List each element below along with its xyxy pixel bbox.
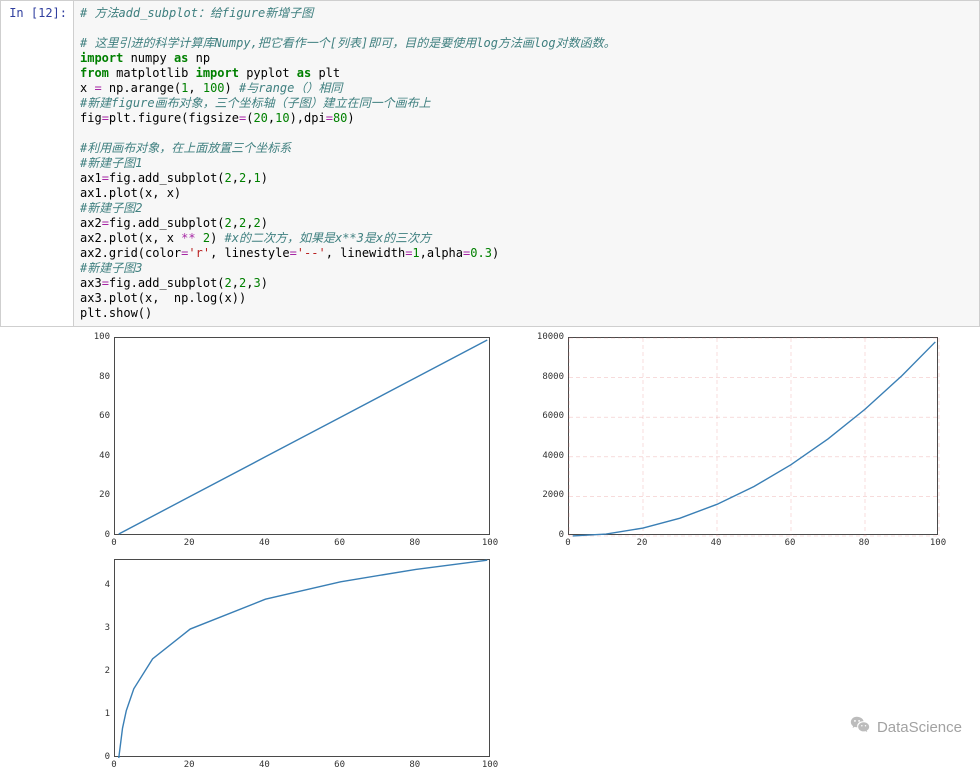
- x-tick: 100: [482, 538, 498, 548]
- plot-axes: [114, 337, 490, 535]
- code-editor[interactable]: # 方法add_subplot：给figure新增子图 # 这里引进的科学计算库…: [73, 1, 979, 326]
- wechat-icon: [849, 714, 871, 740]
- y-tick: 20: [99, 490, 110, 500]
- x-tick: 0: [111, 538, 116, 548]
- subplot-1-linear: 0 20 40 60 80 100 0 20 40 60 80 100: [76, 331, 496, 551]
- y-tick: 4000: [542, 451, 564, 461]
- y-tick: 100: [94, 332, 110, 342]
- y-tick: 2: [105, 666, 110, 676]
- y-tick: 2000: [542, 490, 564, 500]
- watermark-text: DataScience: [877, 719, 962, 736]
- code-text[interactable]: # 方法add_subplot：给figure新增子图 # 这里引进的科学计算库…: [80, 6, 973, 321]
- y-tick: 80: [99, 372, 110, 382]
- subplot-3-log: 0 20 40 60 80 100 0 1 2 3 4: [76, 553, 496, 773]
- x-tick: 20: [637, 538, 648, 548]
- y-tick: 4: [105, 580, 110, 590]
- plot-axes: [114, 559, 490, 757]
- x-tick: 80: [409, 760, 420, 770]
- x-tick: 20: [184, 760, 195, 770]
- x-tick: 40: [259, 760, 270, 770]
- x-tick: 0: [111, 760, 116, 770]
- y-tick: 10000: [537, 332, 564, 342]
- plot-axes: [568, 337, 938, 535]
- subplot-2-quadratic: 0 20 40 60 80 100 0 2000 4000 6000 8000 10000: [524, 331, 944, 551]
- x-tick: 0: [565, 538, 570, 548]
- plot-row-1: 0 20 40 60 80 100 0 20 40 60 80 100 0 20 40 60 80 100 0 20…: [76, 331, 976, 551]
- watermark: DataScience: [849, 714, 962, 740]
- y-tick: 60: [99, 411, 110, 421]
- y-tick: 0: [105, 530, 110, 540]
- y-tick: 3: [105, 623, 110, 633]
- x-tick: 60: [334, 538, 345, 548]
- x-tick: 80: [409, 538, 420, 548]
- x-tick: 100: [930, 538, 946, 548]
- y-tick: 6000: [542, 411, 564, 421]
- x-tick: 40: [259, 538, 270, 548]
- x-tick: 60: [785, 538, 796, 548]
- y-tick: 1: [105, 709, 110, 719]
- x-tick: 100: [482, 760, 498, 770]
- notebook-input-cell: In [12]: # 方法add_subplot：给figure新增子图 # 这…: [0, 0, 980, 327]
- x-tick: 40: [711, 538, 722, 548]
- input-prompt: In [12]:: [1, 1, 73, 20]
- output-area: 020406080100020406080100 020406080100020…: [0, 327, 980, 779]
- y-tick: 8000: [542, 372, 564, 382]
- y-tick: 0: [105, 752, 110, 762]
- x-tick: 20: [184, 538, 195, 548]
- y-tick: 40: [99, 451, 110, 461]
- plot-row-2: 0 20 40 60 80 100 0 1 2 3 4: [76, 553, 976, 773]
- x-tick: 80: [859, 538, 870, 548]
- y-tick: 0: [559, 530, 564, 540]
- x-tick: 60: [334, 760, 345, 770]
